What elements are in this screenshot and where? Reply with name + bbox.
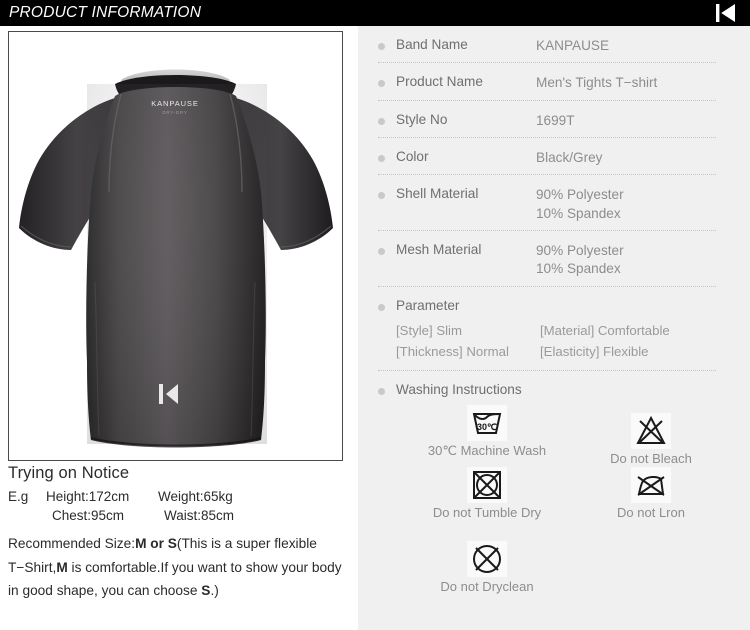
- wash-care-item: Do not Bleach: [566, 412, 736, 466]
- spec-label: Mesh Material: [396, 242, 482, 258]
- notice-title: Trying on Notice: [8, 464, 130, 482]
- parameter-item-elasticity: [Elasticity] Flexible: [540, 341, 648, 362]
- svg-text:KANPAUSE: KANPAUSE: [151, 99, 199, 108]
- skip-back-logo-icon: [714, 2, 738, 24]
- spec-value: 90% Polyester 10% Spandex: [536, 243, 624, 277]
- bullet-icon: [378, 192, 385, 200]
- do-not-tumble-dry-icon: [467, 466, 507, 503]
- spec-row-band-name: Band Name KANPAUSE: [378, 26, 716, 64]
- svg-text:DRY-DRY: DRY-DRY: [162, 110, 187, 115]
- bullet-icon: [378, 387, 385, 395]
- spec-row-washing-instructions: Washing Instructions 30℃ 30℃ Machine Was…: [378, 371, 716, 602]
- left-column: KANPAUSE DRY-DRY Trying on Notice E.g Hei…: [0, 26, 358, 630]
- wash-care-item: Do not Tumble Dry: [402, 466, 572, 520]
- bullet-icon: [378, 117, 385, 125]
- param-value: Comfortable: [597, 322, 670, 338]
- spec-value: Men's Tights T−shirt: [536, 75, 658, 91]
- spec-row-color: Color Black/Grey: [378, 138, 716, 176]
- wash-care-item: 30℃ 30℃ Machine Wash: [402, 404, 572, 459]
- bullet-icon: [378, 155, 385, 163]
- svg-text:30℃: 30℃: [477, 422, 497, 432]
- spec-label: Product Name: [396, 74, 483, 90]
- example-height: Height:172cm: [46, 489, 130, 504]
- washing-instructions-label: Washing Instructions: [396, 381, 522, 397]
- spec-label: Style No: [396, 111, 448, 127]
- recommend-prefix: Recommended Size:: [8, 536, 136, 552]
- recommend-size-bold: M or S: [135, 536, 177, 552]
- recommend-end: .): [210, 583, 219, 599]
- wash-care-caption: Do not Bleach: [610, 450, 692, 466]
- do-not-bleach-icon: [631, 412, 671, 449]
- recommend-m-bold: M: [56, 559, 68, 575]
- wash-care-caption: Do not Tumble Dry: [432, 504, 542, 520]
- recommended-size-text: Recommended Size:M or S(This is a super …: [8, 532, 348, 603]
- param-key: [Style]: [396, 322, 433, 338]
- wash-care-item: Do not Dryclean: [402, 540, 572, 594]
- spec-label: Color: [396, 149, 429, 165]
- spec-row-mesh-material: Mesh Material 90% Polyester 10% Spandex: [378, 231, 716, 287]
- product-information-page: PRODUCT INFORMATION KANPAUSE DRY-DRY Try…: [0, 0, 750, 630]
- spec-row-product-name: Product Name Men's Tights T−shirt: [378, 63, 716, 101]
- washing-icon-grid: 30℃ 30℃ Machine Wash Do not Bleach Do no…: [378, 404, 738, 595]
- example-measurements: E.g Height:172cm Weight:65kg Chest:95cm Wai…: [8, 487, 353, 525]
- parameter-item-style: [Style] Slim: [396, 320, 540, 341]
- page-header: PRODUCT INFORMATION: [0, 0, 750, 26]
- right-column: Band Name KANPAUSE Product Name Men's Tigh…: [358, 26, 750, 630]
- param-key: [Thickness]: [396, 344, 463, 360]
- do-not-dryclean-icon: [467, 540, 507, 577]
- bullet-icon: [378, 80, 385, 88]
- spec-value: KANPAUSE: [536, 38, 610, 53]
- specification-list: Band Name KANPAUSE Product Name Men's Tigh…: [358, 26, 750, 602]
- parameter-item-thickness: [Thickness] Normal: [396, 341, 540, 362]
- machine-wash-30c-icon: 30℃: [467, 404, 507, 441]
- wash-care-caption: Do not Lron: [617, 504, 685, 520]
- spec-row-style-no: Style No 1699T: [378, 101, 716, 139]
- wash-care-item: Do not Lron: [566, 466, 736, 520]
- trying-on-notice: Trying on Notice E.g Height:172cm Weight:6…: [8, 464, 353, 603]
- page-title: PRODUCT INFORMATION: [9, 4, 202, 21]
- bullet-icon: [378, 43, 385, 50]
- spec-row-parameter: Parameter [Style] Slim [Material] Comfort…: [378, 287, 716, 371]
- spec-value: Black/Grey: [536, 150, 603, 166]
- bullet-icon: [378, 248, 385, 256]
- bullet-icon: [378, 303, 385, 311]
- do-not-iron-icon: [631, 466, 671, 503]
- param-key: [Material]: [540, 322, 595, 338]
- param-key: [Elasticity]: [540, 344, 600, 360]
- example-waist: Waist:85cm: [164, 508, 235, 524]
- param-value: Flexible: [603, 344, 649, 360]
- wash-care-caption: Do not Dryclean: [440, 578, 534, 594]
- spec-label: Band Name: [396, 37, 468, 52]
- spec-value: 90% Polyester 10% Spandex: [536, 187, 624, 221]
- spec-label: Shell Material: [396, 186, 479, 202]
- example-chest: Chest:95cm: [52, 508, 125, 524]
- param-value: Slim: [436, 322, 462, 338]
- parameter-item-material: [Material] Comfortable: [540, 320, 670, 341]
- param-value: Normal: [466, 344, 509, 360]
- parameter-label: Parameter: [396, 297, 460, 313]
- example-weight: Weight:65kg: [158, 489, 233, 504]
- spec-row-shell-material: Shell Material 90% Polyester 10% Spandex: [378, 175, 716, 232]
- wash-care-caption: 30℃ Machine Wash: [427, 442, 547, 458]
- spec-value: 1699T: [536, 112, 575, 128]
- product-image: KANPAUSE DRY-DRY: [8, 31, 343, 461]
- example-label: E.g: [8, 489, 29, 504]
- parameter-grid: [Style] Slim [Material] Comfortable [Thic…: [396, 320, 716, 363]
